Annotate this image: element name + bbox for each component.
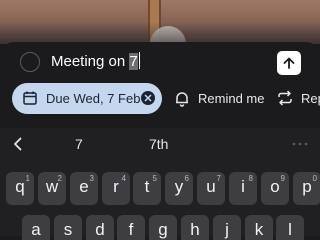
key-e[interactable]: e3 bbox=[70, 172, 98, 205]
key-k[interactable]: k bbox=[245, 215, 273, 240]
key-label: y bbox=[174, 177, 184, 196]
key-label: r bbox=[113, 177, 119, 196]
clear-due-date-button[interactable] bbox=[141, 91, 155, 105]
wallpaper-background bbox=[0, 0, 320, 44]
key-number-hint: 7 bbox=[216, 174, 221, 183]
due-date-label: Due Wed, 7 Feb bbox=[46, 91, 141, 106]
text-cursor bbox=[138, 52, 140, 69]
calendar-icon bbox=[23, 91, 37, 105]
key-number-hint: 0 bbox=[312, 174, 317, 183]
key-y[interactable]: y6 bbox=[165, 172, 193, 205]
key-label: u bbox=[206, 177, 216, 196]
suggestion-chip[interactable]: 7th bbox=[149, 135, 168, 153]
selected-text: 7 bbox=[129, 53, 138, 70]
checkbox-circle-icon[interactable] bbox=[20, 52, 40, 72]
key-f[interactable]: f bbox=[117, 215, 145, 240]
task-title-text: Meeting on bbox=[51, 53, 130, 70]
key-label: q bbox=[15, 177, 25, 196]
key-p[interactable]: p0 bbox=[293, 172, 320, 205]
key-d[interactable]: d bbox=[86, 215, 114, 240]
task-options-row: Due Wed, 7 Feb Remind me Rep bbox=[0, 83, 320, 117]
key-o[interactable]: o9 bbox=[261, 172, 289, 205]
chevron-left-icon[interactable] bbox=[10, 136, 26, 152]
send-arrow-up-icon bbox=[283, 57, 295, 69]
key-label: i bbox=[241, 177, 245, 196]
task-row: Meeting on 7 bbox=[0, 42, 320, 82]
key-number-hint: 1 bbox=[25, 174, 30, 183]
send-button[interactable] bbox=[277, 51, 301, 75]
suggestion-chip[interactable]: 7 bbox=[75, 135, 83, 153]
key-h[interactable]: h bbox=[181, 215, 209, 240]
key-number-hint: 9 bbox=[280, 174, 285, 183]
due-date-chip[interactable]: Due Wed, 7 Feb bbox=[12, 83, 162, 114]
key-l[interactable]: l bbox=[276, 215, 304, 240]
remind-me-label: Remind me bbox=[198, 91, 265, 106]
key-number-hint: 8 bbox=[248, 174, 253, 183]
more-dots-icon[interactable] bbox=[292, 142, 308, 146]
on-screen-keyboard: 7 7th q1w2e3r4t5y6u7i8o9p0asdfghjkl bbox=[0, 128, 320, 240]
key-number-hint: 6 bbox=[184, 174, 189, 183]
key-t[interactable]: t5 bbox=[133, 172, 161, 205]
clear-x-icon bbox=[144, 94, 152, 102]
wallpaper-shade bbox=[0, 22, 320, 44]
key-q[interactable]: q1 bbox=[6, 172, 34, 205]
key-label: w bbox=[45, 177, 59, 196]
task-title-input[interactable]: Meeting on 7 bbox=[51, 52, 140, 72]
add-task-sheet: Meeting on 7 Due Wed, 7 Feb Remind me Re bbox=[0, 42, 320, 128]
key-number-hint: 4 bbox=[121, 174, 126, 183]
key-label: p bbox=[302, 177, 312, 196]
key-g[interactable]: g bbox=[149, 215, 177, 240]
key-w[interactable]: w2 bbox=[38, 172, 66, 205]
key-r[interactable]: r4 bbox=[102, 172, 130, 205]
key-number-hint: 2 bbox=[57, 174, 62, 183]
key-label: o bbox=[270, 177, 280, 196]
key-j[interactable]: j bbox=[213, 215, 241, 240]
bell-icon bbox=[176, 92, 188, 107]
key-label: t bbox=[144, 177, 150, 196]
key-a[interactable]: a bbox=[22, 215, 50, 240]
key-i[interactable]: i8 bbox=[229, 172, 257, 205]
repeat-icon bbox=[278, 90, 292, 106]
key-s[interactable]: s bbox=[54, 215, 82, 240]
suggestion-bar: 7 7th bbox=[0, 128, 320, 160]
repeat-label: Rep bbox=[301, 91, 320, 106]
key-label: e bbox=[79, 177, 89, 196]
key-number-hint: 3 bbox=[89, 174, 94, 183]
key-number-hint: 5 bbox=[152, 174, 157, 183]
key-u[interactable]: u7 bbox=[197, 172, 225, 205]
